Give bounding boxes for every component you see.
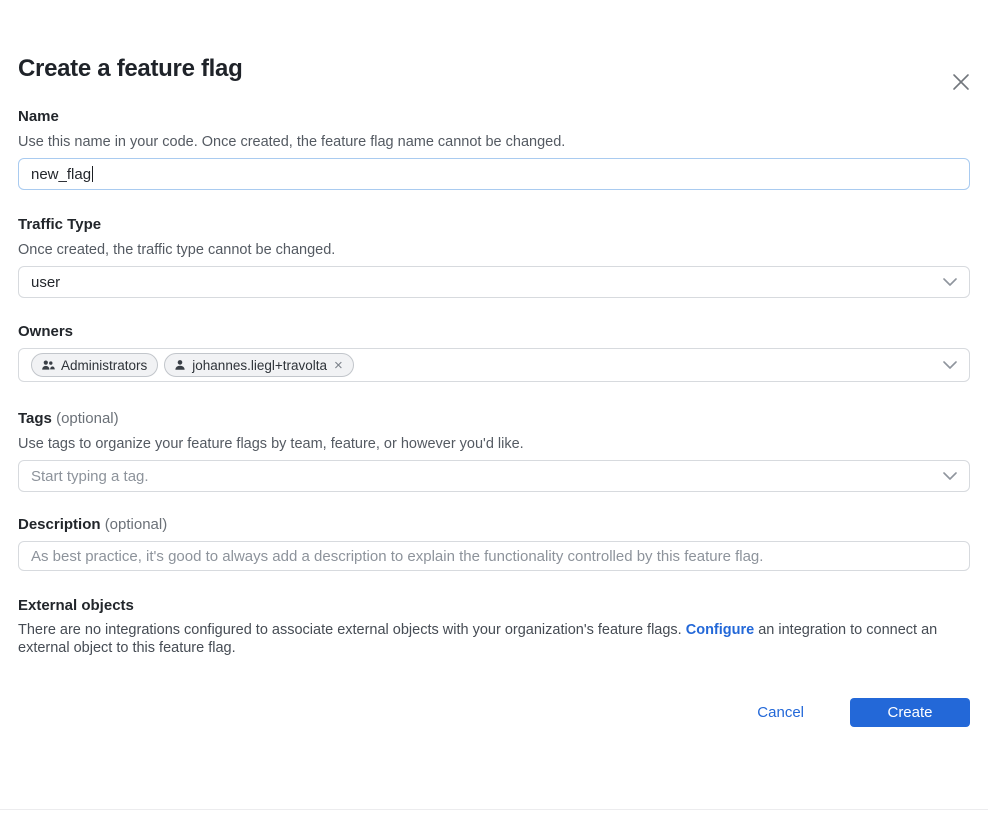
create-button[interactable]: Create	[850, 698, 970, 727]
description-label-text: Description	[18, 516, 101, 533]
name-helper-text: Use this name in your code. Once created…	[18, 133, 970, 151]
owners-section: Owners Administrators	[18, 323, 970, 382]
text-cursor	[92, 166, 93, 182]
chevron-down-icon	[943, 361, 957, 369]
traffic-type-helper-text: Once created, the traffic type cannot be…	[18, 241, 970, 259]
owners-select[interactable]: Administrators johannes.liegl+travolta ×	[18, 348, 970, 382]
external-objects-label: External objects	[18, 597, 970, 615]
group-icon	[41, 359, 55, 371]
bottom-divider	[0, 809, 988, 810]
description-field-wrap[interactable]	[18, 541, 970, 571]
remove-owner-icon[interactable]: ×	[334, 358, 343, 373]
close-icon-glyph	[950, 71, 972, 93]
traffic-type-select[interactable]: user	[18, 266, 970, 298]
description-optional-text: (optional)	[105, 516, 168, 533]
create-feature-flag-dialog: Create a feature flag Name Use this name…	[0, 54, 988, 817]
tags-select[interactable]	[18, 460, 970, 492]
description-input[interactable]	[31, 542, 957, 570]
owner-chip-label: johannes.liegl+travolta	[192, 358, 327, 373]
name-label: Name	[18, 108, 970, 126]
chevron-down-icon	[943, 472, 957, 480]
tags-label-text: Tags	[18, 410, 52, 427]
person-icon	[174, 359, 186, 371]
tags-helper-text: Use tags to organize your feature flags …	[18, 435, 970, 453]
tags-input[interactable]	[31, 461, 943, 491]
dialog-footer: Cancel Create	[18, 698, 970, 727]
tags-section: Tags (optional) Use tags to organize you…	[18, 410, 970, 492]
external-text-before: There are no integrations configured to …	[18, 622, 682, 638]
description-label: Description (optional)	[18, 516, 970, 534]
traffic-type-value: user	[31, 274, 60, 291]
traffic-type-label: Traffic Type	[18, 216, 970, 234]
cancel-button[interactable]: Cancel	[757, 704, 804, 721]
traffic-type-section: Traffic Type Once created, the traffic t…	[18, 216, 970, 298]
tags-label: Tags (optional)	[18, 410, 970, 428]
external-objects-text: There are no integrations configured to …	[18, 621, 970, 657]
owners-label: Owners	[18, 323, 970, 341]
close-icon[interactable]	[950, 71, 972, 93]
page-title: Create a feature flag	[18, 54, 970, 83]
description-section: Description (optional)	[18, 516, 970, 571]
owner-chip-administrators[interactable]: Administrators	[31, 353, 158, 377]
owner-chip-label: Administrators	[61, 358, 147, 373]
owner-chip-user[interactable]: johannes.liegl+travolta ×	[164, 353, 353, 377]
configure-link[interactable]: Configure	[686, 622, 754, 638]
external-objects-section: External objects There are no integratio…	[18, 597, 970, 657]
tags-optional-text: (optional)	[56, 410, 119, 427]
name-section: Name Use this name in your code. Once cr…	[18, 108, 970, 190]
chevron-down-icon	[943, 278, 957, 286]
name-input[interactable]: new_flag	[18, 158, 970, 190]
name-input-value: new_flag	[31, 166, 91, 183]
